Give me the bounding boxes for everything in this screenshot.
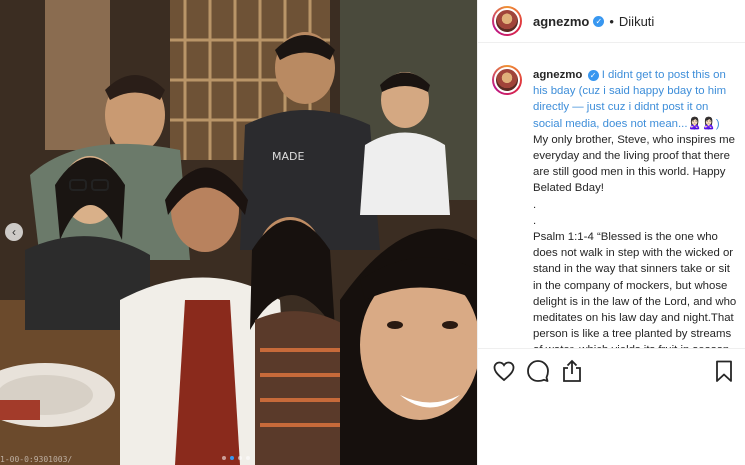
caption-avatar[interactable] (492, 65, 522, 95)
post-photo[interactable]: MADE ‹ 1-00-0:9301003/ (0, 0, 477, 465)
carousel-indicator (222, 456, 250, 460)
verified-badge-icon: ✓ (587, 70, 599, 81)
photo-code-text: 1-00-0:9301003/ (0, 455, 73, 464)
header-separator: • (609, 13, 614, 29)
like-button[interactable] (492, 359, 516, 383)
share-button[interactable] (560, 359, 584, 383)
group-selfie-illustration: MADE (0, 0, 477, 465)
post-header: agnezmo ✓ • Diikuti (478, 0, 745, 43)
comment-icon (527, 359, 549, 382)
share-icon (563, 359, 581, 382)
header-username[interactable]: agnezmo (533, 14, 589, 29)
carousel-dot-active (230, 456, 234, 460)
caption-dot-2: . (533, 214, 537, 227)
carousel-prev-button[interactable]: ‹ (5, 223, 23, 241)
avatar[interactable] (492, 6, 522, 36)
bookmark-icon (716, 360, 732, 382)
carousel-dot (222, 456, 226, 460)
svg-text:MADE: MADE (272, 150, 304, 163)
caption-area: agnezmo ✓ I didnt get to post this on hi… (478, 55, 745, 348)
caption-dot-1: . (533, 198, 537, 211)
action-bar (478, 348, 745, 392)
heart-icon (493, 361, 515, 381)
post-side-panel: agnezmo ✓ • Diikuti agnezmo ✓ I didnt ge… (477, 0, 745, 465)
carousel-dot (246, 456, 250, 460)
avatar-image (494, 67, 520, 93)
chevron-left-icon: ‹ (12, 225, 16, 239)
caption-text: agnezmo ✓ I didnt get to post this on hi… (533, 67, 738, 348)
carousel-dot (238, 456, 242, 460)
save-button[interactable] (712, 359, 736, 383)
verified-badge-icon: ✓ (593, 15, 605, 27)
comment-button[interactable] (526, 359, 550, 383)
caption-psalm: Psalm 1:1-4 “Blessed is the one who does… (533, 231, 737, 348)
avatar-image (494, 8, 520, 34)
caption-line-2: My only brother, Steve, who inspires me … (533, 133, 735, 195)
following-button[interactable]: Diikuti (619, 14, 654, 29)
caption-username[interactable]: agnezmo (533, 69, 582, 81)
